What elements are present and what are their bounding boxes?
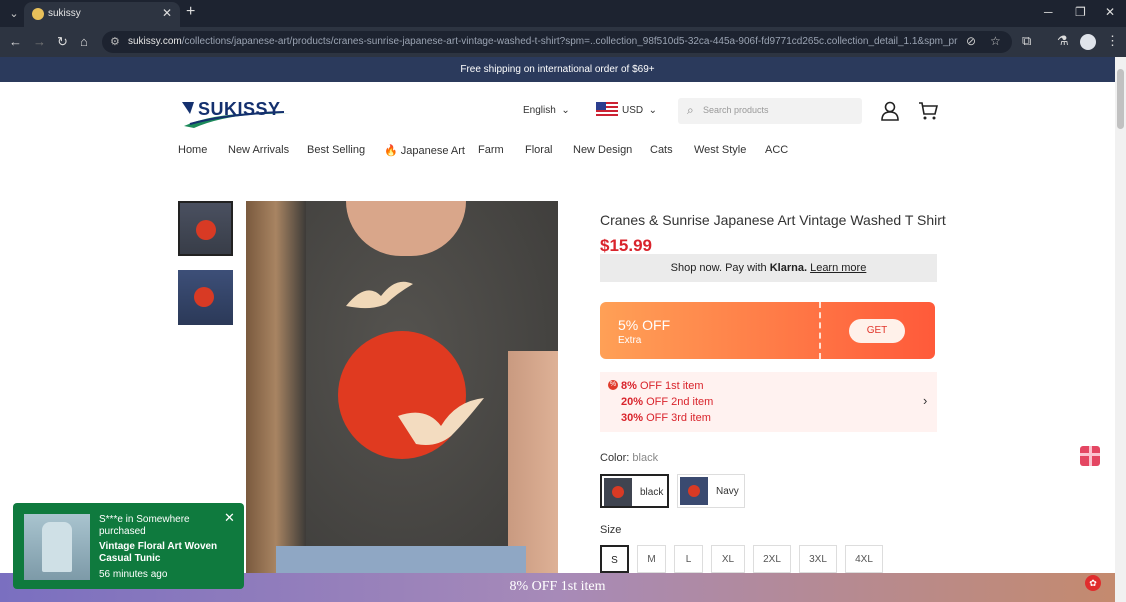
popup-product-image — [24, 514, 90, 580]
coupon-percent: 5% OFF — [618, 317, 671, 333]
tier-2: 20% OFF 2nd item — [621, 396, 714, 408]
reload-icon[interactable]: ↻ — [57, 34, 68, 50]
new-tab-icon[interactable]: + — [186, 3, 195, 21]
popup-product-name[interactable]: Vintage Floral Art Woven Casual Tunic — [99, 541, 229, 565]
search-box[interactable]: ⌕ Search products — [678, 98, 862, 124]
klarna-logo: Klarna. — [769, 262, 808, 274]
back-icon[interactable]: ← — [9, 34, 22, 49]
more-menu-icon[interactable]: ⋮ — [1106, 33, 1119, 49]
product-main-image[interactable] — [246, 201, 558, 573]
nav-cats[interactable]: Cats — [650, 144, 673, 156]
gift-icon[interactable] — [1080, 446, 1100, 466]
profile-avatar-icon[interactable] — [1080, 34, 1096, 50]
coupon-card: 5% OFF Extra GET — [600, 302, 935, 359]
size-option-4xl[interactable]: 4XL — [845, 545, 883, 573]
browser-tab[interactable]: sukissy ✕ — [24, 2, 180, 27]
nav-home[interactable]: Home — [178, 144, 207, 156]
product-thumbnail-navy[interactable] — [178, 270, 233, 325]
coupon-divider — [819, 302, 821, 359]
model-neck — [346, 201, 466, 256]
chevron-right-icon[interactable]: › — [923, 393, 927, 408]
coupon-subtitle: Extra — [618, 335, 642, 346]
nav-new-design[interactable]: New Design — [573, 144, 632, 156]
discount-badge-icon: % — [608, 380, 618, 390]
color-option-navy[interactable]: Navy — [677, 474, 745, 508]
close-icon[interactable]: ✕ — [224, 510, 235, 526]
swatch-thumbnail — [680, 477, 708, 505]
us-flag-icon — [596, 102, 618, 116]
nav-acc[interactable]: ACC — [765, 144, 788, 156]
cart-icon[interactable] — [918, 101, 938, 121]
recent-purchase-popup[interactable]: S***e in Somewhere purchased Vintage Flo… — [13, 503, 244, 589]
color-option-black[interactable]: black — [600, 474, 669, 508]
size-option-3xl[interactable]: 3XL — [799, 545, 837, 573]
scrollbar-thumb[interactable] — [1117, 69, 1124, 129]
size-option-l[interactable]: L — [674, 545, 703, 573]
search-icon: ⌕ — [687, 103, 694, 117]
favicon-icon — [32, 8, 44, 20]
coupon-get-button[interactable]: GET — [849, 319, 905, 343]
size-label: Size — [600, 524, 622, 536]
color-label: Color: black — [600, 452, 659, 464]
size-option-s[interactable]: S — [600, 545, 629, 573]
address-bar[interactable]: ⚙ sukissy.com/collections/japanese-art/p… — [102, 31, 1012, 53]
sun-graphic — [194, 287, 214, 307]
close-window-icon[interactable]: ✕ — [1105, 5, 1115, 19]
crane-print-icon — [398, 398, 484, 445]
klarna-banner: Shop now. Pay with Klarna. Learn more — [600, 254, 937, 282]
nav-floral[interactable]: Floral — [525, 144, 553, 156]
crane-print-icon — [346, 281, 413, 309]
url-text: sukissy.com/collections/japanese-art/pro… — [128, 36, 958, 47]
klarna-learn-more-link[interactable]: Learn more — [810, 262, 866, 274]
currency-selector[interactable]: USD ⌄ — [622, 105, 657, 116]
tab-title: sukissy — [48, 8, 81, 19]
bookmark-star-icon[interactable]: ☆ — [990, 34, 1001, 48]
site-logo[interactable]: SUKISSY — [180, 98, 292, 130]
tier-3: 30% OFF 3rd item — [621, 412, 711, 424]
size-option-xl[interactable]: XL — [711, 545, 745, 573]
nav-new-arrivals[interactable]: New Arrivals — [228, 144, 289, 156]
account-icon[interactable] — [881, 101, 899, 121]
product-price: $15.99 — [600, 236, 652, 255]
nav-japanese-art[interactable]: 🔥 Japanese Art — [384, 144, 465, 157]
tab-search-icon[interactable]: ⌄ — [4, 4, 24, 24]
nav-west-style[interactable]: West Style — [694, 144, 746, 156]
language-selector[interactable]: English ⌄ — [523, 105, 570, 116]
announcement-bar: Free shipping on international order of … — [0, 57, 1115, 82]
product-title: Cranes & Sunrise Japanese Art Vintage Wa… — [600, 212, 946, 228]
nav-best-selling[interactable]: Best Selling — [307, 144, 365, 156]
tier-1: 8% OFF 1st item — [621, 380, 704, 392]
page-scrollbar[interactable] — [1115, 57, 1126, 602]
labs-icon[interactable]: ⚗ — [1057, 33, 1069, 49]
restore-icon[interactable]: ❐ — [1075, 5, 1086, 19]
nav-farm[interactable]: Farm — [478, 144, 504, 156]
tier-discount-panel[interactable]: % 8% OFF 1st item 20% OFF 2nd item 30% O… — [600, 372, 937, 432]
home-icon[interactable]: ⌂ — [80, 34, 88, 49]
browser-toolbar: ← → ↻ ⌂ ⚙ sukissy.com/collections/japane… — [0, 27, 1126, 57]
search-input[interactable]: Search products — [703, 105, 769, 115]
model-hair — [246, 201, 306, 573]
forward-icon[interactable]: → — [33, 34, 46, 49]
logo-text: SUKISSY — [198, 99, 281, 119]
size-option-2xl[interactable]: 2XL — [753, 545, 791, 573]
site-info-icon[interactable]: ⚙ — [110, 35, 120, 48]
model-arm — [508, 351, 558, 573]
eye-off-icon[interactable]: ⊘ — [966, 34, 976, 48]
popup-time: 56 minutes ago — [99, 569, 168, 580]
browser-tab-bar: ⌄ sukissy ✕ + ─ ❐ ✕ — [0, 0, 1126, 27]
minimize-icon[interactable]: ─ — [1044, 5, 1053, 19]
model-jeans — [276, 546, 526, 573]
popup-buyer: S***e in Somewhere purchased — [99, 514, 190, 537]
product-thumbnail-black[interactable] — [178, 201, 233, 256]
reward-icon[interactable]: ✿ — [1085, 575, 1101, 591]
sun-graphic — [196, 220, 216, 240]
close-tab-icon[interactable]: ✕ — [162, 6, 172, 20]
extensions-icon[interactable]: ⧉ — [1022, 33, 1031, 49]
swatch-thumbnail — [604, 478, 632, 506]
size-option-m[interactable]: M — [637, 545, 666, 573]
